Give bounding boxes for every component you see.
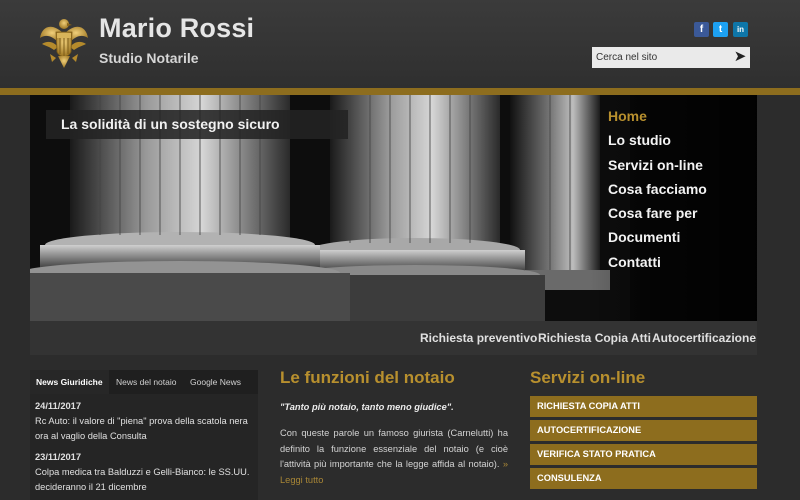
servizio-consulenza[interactable]: CONSULENZA	[530, 468, 757, 489]
subnav-autocertificazione[interactable]: Autocertificazione	[652, 331, 756, 345]
search-submit-icon[interactable]: ➤	[730, 47, 750, 68]
news-item[interactable]: 24/11/2017 Rc Auto: il valore di "piena"…	[35, 399, 250, 444]
servizio-richiesta-copia-atti[interactable]: RICHIESTA COPIA ATTI	[530, 396, 757, 417]
news-date: 23/11/2017	[35, 452, 82, 462]
site-header: Mario Rossi Studio Notarile f t in ➤	[0, 0, 800, 88]
nav-home[interactable]: Home	[608, 107, 707, 131]
servizi-heading: Servizi on-line	[530, 368, 646, 387]
search-box: ➤	[592, 47, 750, 68]
facebook-icon[interactable]: f	[694, 22, 709, 37]
funzioni-body-text: Con queste parole un famoso giurista (Ca…	[280, 428, 508, 469]
hero-tagline: La solidità di un sostegno sicuro	[46, 110, 348, 139]
funzioni-heading: Le funzioni del notaio	[280, 368, 455, 387]
site-subtitle: Studio Notarile	[99, 50, 199, 66]
funzioni-body: Con queste parole un famoso giurista (Ca…	[280, 426, 508, 488]
tab-news-giuridiche[interactable]: News Giuridiche	[30, 370, 109, 394]
linkedin-icon[interactable]: in	[733, 22, 748, 37]
news-date: 24/11/2017	[35, 401, 82, 411]
news-item[interactable]: 23/11/2017 Colpa medica tra Balduzzi e G…	[35, 450, 250, 495]
nav-cosa-facciamo[interactable]: Cosa facciamo	[608, 180, 707, 204]
search-input[interactable]	[592, 47, 730, 68]
subnav-richiesta-preventivo[interactable]: Richiesta preventivo	[420, 331, 537, 345]
servizio-verifica-stato-pratica[interactable]: VERIFICA STATO PRATICA	[530, 444, 757, 465]
news-text[interactable]: Colpa medica tra Balduzzi e Gelli-Bianco…	[35, 467, 249, 492]
twitter-icon[interactable]: t	[713, 22, 728, 37]
nav-contatti[interactable]: Contatti	[608, 253, 707, 277]
nav-servizi-online[interactable]: Servizi on-line	[608, 156, 707, 180]
servizio-autocertificazione[interactable]: AUTOCERTIFICAZIONE	[530, 420, 757, 441]
tab-news-del-notaio[interactable]: News del notaio	[110, 370, 182, 394]
gold-divider	[0, 88, 800, 95]
hero-banner: La solidità di un sostegno sicuro Home L…	[30, 95, 757, 321]
subnav-richiesta-copia-atti[interactable]: Richiesta Copia Atti	[538, 331, 651, 345]
eagle-seal-icon[interactable]	[38, 14, 90, 70]
nav-cosa-fare-per[interactable]: Cosa fare per	[608, 204, 707, 228]
site-title[interactable]: Mario Rossi	[99, 13, 254, 44]
news-tabbar: News Giuridiche News del notaio Google N…	[30, 370, 258, 394]
nav-lo-studio[interactable]: Lo studio	[608, 131, 707, 155]
tab-google-news[interactable]: Google News	[184, 370, 247, 394]
main-nav: Home Lo studio Servizi on-line Cosa facc…	[608, 107, 707, 277]
nav-documenti[interactable]: Documenti	[608, 228, 707, 252]
secondary-nav: Richiesta preventivo Richiesta Copia Att…	[30, 321, 757, 355]
news-text[interactable]: Rc Auto: il valore di "piena" prova dell…	[35, 416, 248, 441]
news-panel: News Giuridiche News del notaio Google N…	[30, 370, 258, 500]
funzioni-quote: "Tanto più notaio, tanto meno giudice".	[280, 402, 454, 412]
